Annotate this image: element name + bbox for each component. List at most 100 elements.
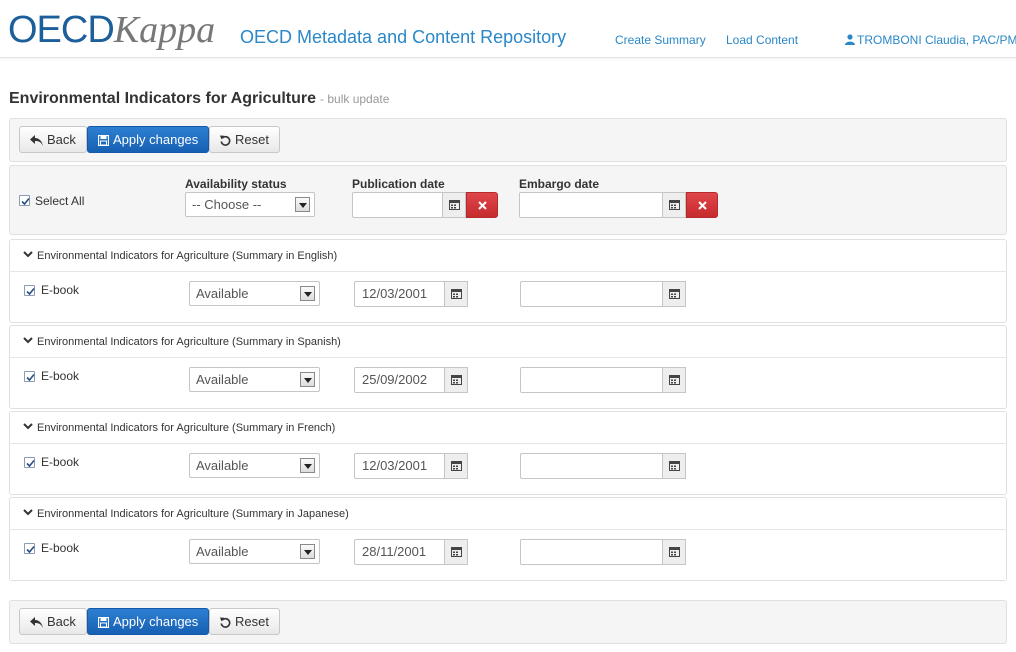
back-label: Back xyxy=(47,132,76,147)
user-name: TROMBONI Claudia, PAC/PM xyxy=(857,33,1016,47)
back-arrow-icon xyxy=(30,135,43,146)
app-title: OECD Metadata and Content Repository xyxy=(240,27,567,47)
item-embargo-calendar-button[interactable] xyxy=(663,367,686,393)
dropdown-arrow-icon xyxy=(300,372,315,387)
item-publication-calendar-button[interactable] xyxy=(445,539,468,565)
availability-status-select[interactable]: -- Choose -- xyxy=(185,192,315,217)
item-publication-date-input[interactable]: 12/03/2001 xyxy=(354,281,445,307)
availability-status-value: -- Choose -- xyxy=(192,197,262,212)
item-availability-value: Available xyxy=(196,544,249,559)
item-row: E-book Available 12/03/2001 xyxy=(10,273,1006,323)
item-panel-english: Environmental Indicators for Agriculture… xyxy=(9,239,1007,323)
item-checkbox[interactable] xyxy=(24,285,35,296)
dropdown-arrow-icon xyxy=(300,458,315,473)
item-format-label: E-book xyxy=(41,455,80,469)
embargo-clear-button[interactable] xyxy=(686,192,718,218)
item-panel-header[interactable]: Environmental Indicators for Agriculture… xyxy=(10,498,1006,530)
calendar-icon xyxy=(451,289,462,299)
dropdown-arrow-icon xyxy=(300,544,315,559)
item-availability-select[interactable]: Available xyxy=(189,367,320,392)
item-embargo-calendar-button[interactable] xyxy=(663,453,686,479)
item-embargo-calendar-button[interactable] xyxy=(663,281,686,307)
item-title: Environmental Indicators for Agriculture… xyxy=(37,336,341,348)
embargo-calendar-button[interactable] xyxy=(663,192,686,218)
item-checkbox[interactable] xyxy=(24,543,35,554)
apply-changes-label: Apply changes xyxy=(113,132,199,147)
item-title: Environmental Indicators for Agriculture… xyxy=(37,422,336,434)
reset-button[interactable]: Reset xyxy=(209,608,280,635)
item-availability-select[interactable]: Available xyxy=(189,539,320,564)
item-publication-calendar-button[interactable] xyxy=(445,281,468,307)
item-publication-date-input[interactable]: 28/11/2001 xyxy=(354,539,445,565)
embargo-date-label: Embargo date xyxy=(519,177,600,191)
publication-clear-button[interactable] xyxy=(466,192,498,218)
item-publication-calendar-button[interactable] xyxy=(445,453,468,479)
page-title: Environmental Indicators for Agriculture xyxy=(9,90,317,107)
user-menu[interactable]: TROMBONI Claudia, PAC/PM xyxy=(845,33,1016,47)
item-row: E-book Available 28/11/2001 xyxy=(10,531,1006,581)
undo-icon xyxy=(220,135,231,146)
calendar-icon xyxy=(449,200,460,210)
publication-date-input[interactable] xyxy=(352,192,443,218)
item-embargo-date-input[interactable] xyxy=(520,539,663,565)
item-embargo-calendar-button[interactable] xyxy=(663,539,686,565)
reset-button[interactable]: Reset xyxy=(209,126,280,153)
bottom-toolbar: Back Apply changes Reset xyxy=(9,600,1007,644)
apply-changes-button[interactable]: Apply changes xyxy=(87,608,210,635)
calendar-icon xyxy=(451,461,462,471)
item-panel-header[interactable]: Environmental Indicators for Agriculture… xyxy=(10,412,1006,444)
select-all-label[interactable]: Select All xyxy=(35,194,84,208)
checkmark-icon xyxy=(21,197,30,206)
publication-calendar-button[interactable] xyxy=(443,192,466,218)
item-publication-calendar-button[interactable] xyxy=(445,367,468,393)
item-checkbox[interactable] xyxy=(24,457,35,468)
item-availability-value: Available xyxy=(196,458,249,473)
item-availability-select[interactable]: Available xyxy=(189,281,320,306)
item-panel-japanese: Environmental Indicators for Agriculture… xyxy=(9,497,1007,581)
nav-create-summary[interactable]: Create Summary xyxy=(615,33,706,47)
apply-changes-button[interactable]: Apply changes xyxy=(87,126,210,153)
close-icon xyxy=(698,201,707,210)
reset-label: Reset xyxy=(235,614,269,629)
item-title: Environmental Indicators for Agriculture… xyxy=(37,250,338,262)
item-panel-header[interactable]: Environmental Indicators for Agriculture… xyxy=(10,240,1006,272)
page-subtitle: - bulk update xyxy=(320,92,390,106)
item-embargo-date-input[interactable] xyxy=(520,367,663,393)
chevron-down-icon xyxy=(23,423,33,430)
item-panel-french: Environmental Indicators for Agriculture… xyxy=(9,411,1007,495)
calendar-icon xyxy=(669,289,680,299)
apply-changes-label: Apply changes xyxy=(113,614,199,629)
chevron-down-icon xyxy=(23,509,33,516)
item-panel-header[interactable]: Environmental Indicators for Agriculture… xyxy=(10,326,1006,358)
dropdown-arrow-icon xyxy=(300,286,315,301)
embargo-date-input[interactable] xyxy=(519,192,663,218)
calendar-icon xyxy=(451,547,462,557)
calendar-icon xyxy=(451,375,462,385)
checkmark-icon xyxy=(26,459,35,468)
nav-load-content[interactable]: Load Content xyxy=(726,33,798,47)
item-title: Environmental Indicators for Agriculture… xyxy=(37,508,349,520)
calendar-icon xyxy=(669,547,680,557)
item-checkbox[interactable] xyxy=(24,371,35,382)
back-button[interactable]: Back xyxy=(19,126,87,153)
top-toolbar: Back Apply changes Reset xyxy=(9,118,1007,162)
checkmark-icon xyxy=(26,287,35,296)
calendar-icon xyxy=(669,461,680,471)
item-availability-select[interactable]: Available xyxy=(189,453,320,478)
availability-status-label: Availability status xyxy=(185,177,287,191)
dropdown-arrow-icon xyxy=(295,197,310,212)
item-embargo-date-input[interactable] xyxy=(520,281,663,307)
item-panel-spanish: Environmental Indicators for Agriculture… xyxy=(9,325,1007,409)
floppy-disk-icon xyxy=(97,616,110,629)
item-publication-date-input[interactable]: 12/03/2001 xyxy=(354,453,445,479)
item-row: E-book Available 12/03/2001 xyxy=(10,445,1006,495)
item-format-label: E-book xyxy=(41,283,80,297)
calendar-icon xyxy=(669,375,680,385)
oecd-kappa-logo[interactable]: OECDKappa xyxy=(8,8,215,52)
select-all-checkbox[interactable] xyxy=(19,195,30,206)
bulk-filter-panel: Select All Availability status -- Choose… xyxy=(9,165,1007,235)
item-embargo-date-input[interactable] xyxy=(520,453,663,479)
back-button[interactable]: Back xyxy=(19,608,87,635)
item-format-label: E-book xyxy=(41,541,80,555)
item-publication-date-input[interactable]: 25/09/2002 xyxy=(354,367,445,393)
